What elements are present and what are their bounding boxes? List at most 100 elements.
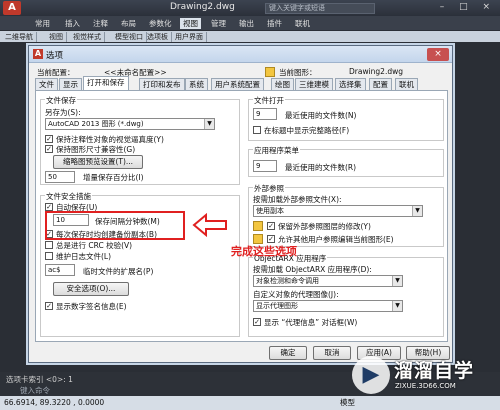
objectarx-group: ObjectARX 应用程序 按需加载 ObjectARX 应用程序(D): 对… xyxy=(248,253,444,337)
incremental-save-input[interactable]: 50 xyxy=(45,171,75,183)
chevron-down-icon: ▼ xyxy=(392,301,402,311)
menu-recent-input[interactable]: 9 xyxy=(253,160,277,172)
crc-checkbox[interactable] xyxy=(45,241,53,249)
proxy-dialog-checkbox[interactable]: ✓ xyxy=(253,318,261,326)
panel-tab[interactable]: 二维导航 xyxy=(2,32,37,42)
file-save-group: 文件保存 另存为(S): AutoCAD 2013 图形 (*.dwg) ▼ ✓… xyxy=(40,95,240,185)
visual-fidelity-checkbox[interactable]: ✓ xyxy=(45,135,53,143)
autocad-logo-icon[interactable]: A xyxy=(3,1,21,15)
temp-extension-label: 临时文件的扩展名(P) xyxy=(83,267,154,276)
ribbon-tab[interactable]: 插入 xyxy=(62,18,83,29)
command-input[interactable]: 键入命令 xyxy=(20,385,50,396)
ribbon-tab[interactable]: 注释 xyxy=(90,18,111,29)
group-title: 文件保存 xyxy=(45,95,77,106)
save-as-value: AutoCAD 2013 图形 (*.dwg) xyxy=(48,120,144,128)
search-input[interactable]: 键入关键字或短语 xyxy=(265,3,375,14)
group-title: 文件打开 xyxy=(253,95,285,106)
layer-icon xyxy=(253,221,263,231)
tab-drafting[interactable]: 绘图 xyxy=(271,78,294,90)
model-space-button[interactable]: 模型 xyxy=(340,396,355,410)
ribbon-tab[interactable]: 插件 xyxy=(264,18,285,29)
allow-edit-checkbox[interactable]: ✓ xyxy=(267,235,275,243)
ribbon-tab[interactable]: 布局 xyxy=(118,18,139,29)
arx-demand-load-label: 按需加载 ObjectARX 应用程序(D): xyxy=(253,265,372,274)
panel-tab[interactable]: 用户界面 xyxy=(172,32,207,42)
tab-plot-publish[interactable]: 打印和发布 xyxy=(139,78,185,90)
ribbon-tab[interactable]: 参数化 xyxy=(146,18,175,29)
security-options-button[interactable]: 安全选项(O)... xyxy=(53,282,129,296)
ribbon-tab-active[interactable]: 视图 xyxy=(180,18,201,29)
ok-button[interactable]: 确定 xyxy=(269,346,307,360)
panel-tab[interactable]: 模型视口 xyxy=(112,32,147,42)
options-dialog: A 选项 × 当前配置： <<未命名配置>> 当前图形： Drawing2.dw… xyxy=(28,45,453,363)
tab-display[interactable]: 显示 xyxy=(59,78,82,90)
tab-selection[interactable]: 选择集 xyxy=(335,78,366,90)
chevron-down-icon: ▼ xyxy=(412,206,422,216)
arrow-left-icon xyxy=(192,213,227,237)
annotation-text: 完成这些选项 xyxy=(231,245,297,258)
retain-layer-checkbox[interactable]: ✓ xyxy=(267,222,275,230)
arx-demand-load-value: 对象检测和命令调用 xyxy=(256,277,319,285)
group-title: 外部参照 xyxy=(253,183,285,194)
tab-files[interactable]: 文件 xyxy=(35,78,58,90)
xref-demand-load-label: 按需加载外部参照文件(X): xyxy=(253,195,342,204)
panel-strip: 二维导航 视图 视觉样式 模型视口 选项板 用户界面 xyxy=(0,31,500,42)
thumbnail-settings-button[interactable]: 缩略图预览设置(T)... xyxy=(53,155,143,169)
dialog-title-bar: A 选项 × xyxy=(29,46,452,63)
highlight-box xyxy=(45,211,185,240)
proxy-image-label: 自定义对象的代理图像(J): xyxy=(253,290,339,299)
close-button[interactable]: × xyxy=(427,48,449,61)
watermark-logo-icon: ▶ xyxy=(352,356,390,394)
autosave-checkbox[interactable]: ✓ xyxy=(45,203,53,211)
group-title: 文件安全措施 xyxy=(45,191,92,202)
full-path-label: 在标题中显示完整路径(F) xyxy=(264,126,350,135)
ribbon-tab[interactable]: 输出 xyxy=(236,18,257,29)
full-path-checkbox[interactable] xyxy=(253,126,261,134)
incremental-save-label: 增量保存百分比(I) xyxy=(83,173,144,182)
proxy-dialog-label: 显示 “代理信息” 对话框(W) xyxy=(264,318,358,327)
proxy-image-value: 显示代理图形 xyxy=(256,302,298,310)
current-drawing-value: Drawing2.dwg xyxy=(349,67,403,76)
proxy-image-select[interactable]: 显示代理图形 ▼ xyxy=(253,300,403,312)
crc-label: 总是进行 CRC 校验(V) xyxy=(56,241,133,250)
cancel-button[interactable]: 取消 xyxy=(313,346,351,360)
log-file-checkbox[interactable] xyxy=(45,252,53,260)
chevron-down-icon: ▼ xyxy=(204,119,214,129)
app-menu-group: 应用程序菜单 9 最近使用的文件数(R) xyxy=(248,145,444,177)
ribbon-tab[interactable]: 常用 xyxy=(32,18,53,29)
xref-demand-load-select[interactable]: 使用副本 ▼ xyxy=(253,205,423,217)
temp-extension-input[interactable]: ac$ xyxy=(45,264,75,276)
digital-signature-label: 显示数字签名信息(E) xyxy=(56,302,127,311)
recent-files-input[interactable]: 9 xyxy=(253,108,277,120)
panel-tab[interactable]: 视图 xyxy=(46,32,67,42)
panel-tab[interactable]: 选项板 xyxy=(144,32,172,42)
drawing-size-label: 保持图形尺寸兼容性(G) xyxy=(56,145,136,154)
arx-demand-load-select[interactable]: 对象检测和命令调用 ▼ xyxy=(253,275,403,287)
panel-tab[interactable]: 视觉样式 xyxy=(70,32,105,42)
tab-online[interactable]: 联机 xyxy=(395,78,418,90)
ribbon-tabs: 常用 插入 注释 布局 参数化 视图 管理 输出 插件 联机 xyxy=(0,16,500,30)
file-open-group: 文件打开 9 最近使用的文件数(N) 在标题中显示完整路径(F) xyxy=(248,95,444,141)
group-title: 应用程序菜单 xyxy=(253,145,300,156)
window-controls[interactable]: – □ × xyxy=(440,2,496,12)
ribbon-tab[interactable]: 管理 xyxy=(208,18,229,29)
watermark-title: 溜溜自学 xyxy=(394,360,475,382)
chevron-down-icon: ▼ xyxy=(392,276,402,286)
save-as-select[interactable]: AutoCAD 2013 图形 (*.dwg) ▼ xyxy=(45,118,215,130)
tab-user-preferences[interactable]: 用户系统配置 xyxy=(211,78,264,90)
xref-group: 外部参照 按需加载外部参照文件(X): 使用副本 ▼ ✓ 保留外部参照图层的修改… xyxy=(248,183,444,247)
recent-files-label: 最近使用的文件数(N) xyxy=(285,111,357,120)
save-as-label: 另存为(S): xyxy=(45,108,81,117)
tab-open-save[interactable]: 打开和保存 xyxy=(83,76,129,90)
tab-profiles[interactable]: 配置 xyxy=(369,78,392,90)
xref-demand-load-value: 使用副本 xyxy=(256,207,284,215)
coordinates-readout: 66.6914, 89.3220 , 0.0000 xyxy=(4,398,105,407)
app-title-bar: Drawing2.dwg 键入关键字或短语 – □ × xyxy=(0,0,500,16)
drawing-icon xyxy=(265,67,275,77)
digital-signature-checkbox[interactable]: ✓ xyxy=(45,302,53,310)
drawing-size-checkbox[interactable]: ✓ xyxy=(45,145,53,153)
ribbon-tab[interactable]: 联机 xyxy=(292,18,313,29)
autocad-app-icon: A xyxy=(33,49,43,59)
tab-3d-modeling[interactable]: 三维建模 xyxy=(295,78,333,90)
tab-system[interactable]: 系统 xyxy=(185,78,208,90)
